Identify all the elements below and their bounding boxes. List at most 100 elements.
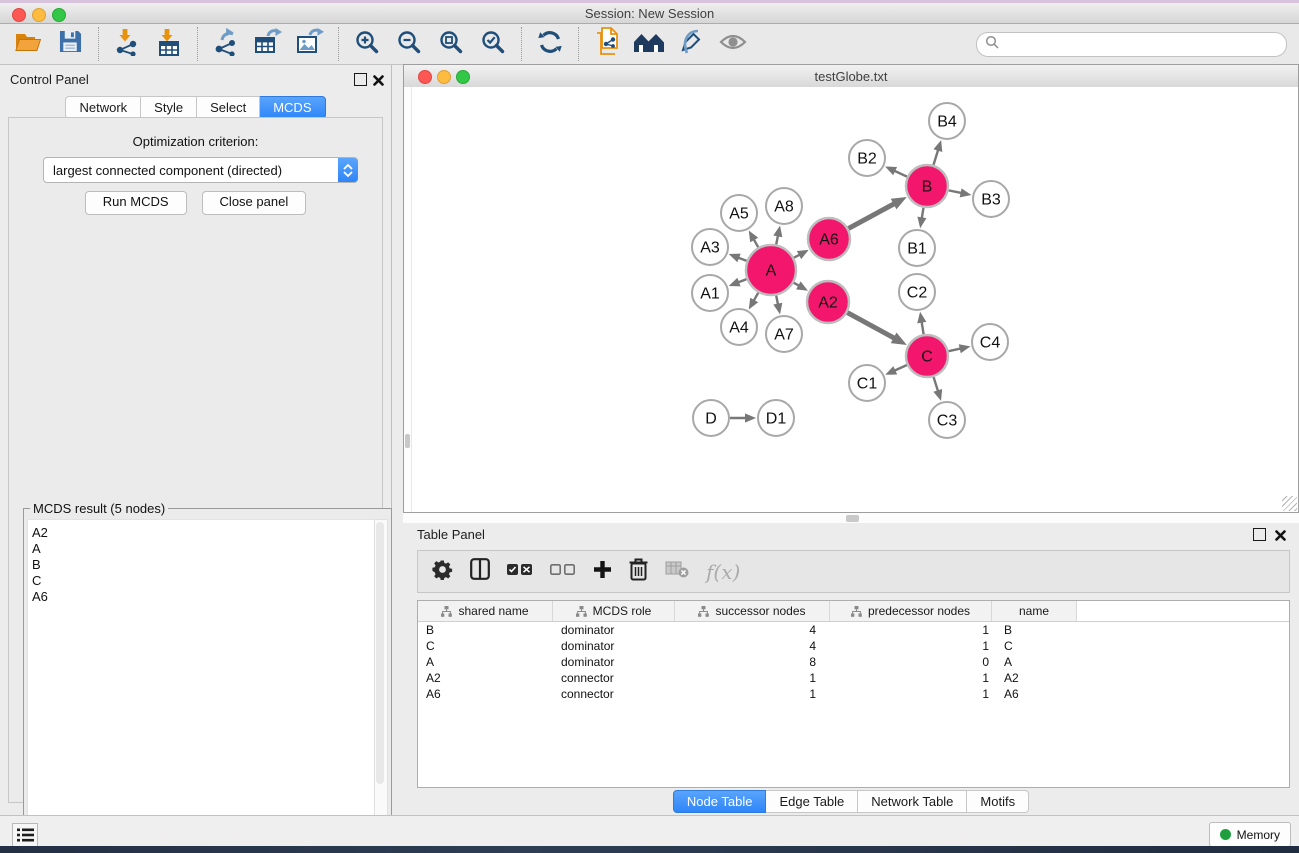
hide-labels-button[interactable] [676, 28, 706, 60]
network-from-document-button[interactable] [592, 28, 622, 60]
graph-edge[interactable] [949, 190, 963, 193]
zoom-in-button[interactable] [352, 28, 382, 60]
column-header-predecessor-nodes[interactable]: predecessor nodes [830, 601, 992, 621]
table-cell[interactable]: A2 [992, 671, 1077, 685]
table-row[interactable]: Bdominator41B [418, 622, 1289, 638]
zoom-selected-button[interactable] [478, 28, 508, 60]
table-cell[interactable]: dominator [553, 639, 675, 653]
result-list-item[interactable]: A [32, 541, 374, 557]
close-panel-button[interactable]: Close panel [202, 191, 307, 215]
tab-edge-table[interactable]: Edge Table [766, 790, 858, 813]
delete-table-button[interactable] [665, 561, 689, 583]
select-all-rows-button[interactable] [507, 563, 533, 581]
result-list-item[interactable]: B [32, 557, 374, 573]
table-cell[interactable]: dominator [553, 655, 675, 669]
home-button[interactable] [634, 28, 664, 60]
export-network-button[interactable] [211, 28, 241, 60]
run-mcds-button[interactable]: Run MCDS [85, 191, 187, 215]
graph-edge[interactable] [933, 149, 938, 165]
column-header-mcds-role[interactable]: MCDS role [553, 601, 675, 621]
network-window-titlebar[interactable]: testGlobe.txt [404, 65, 1298, 88]
deselect-all-rows-button[interactable] [550, 563, 576, 581]
float-panel-icon[interactable] [354, 73, 367, 86]
delete-row-button[interactable] [629, 558, 648, 586]
column-header-shared-name[interactable]: shared name [418, 601, 553, 621]
tab-motifs[interactable]: Motifs [967, 790, 1029, 813]
zoom-out-button[interactable] [394, 28, 424, 60]
network-hscroll-thumb[interactable] [846, 515, 859, 522]
tab-node-table[interactable]: Node Table [673, 790, 767, 813]
network-graph[interactable]: AA1A2A3A4A5A6A7A8BB1B2B3B4CC1C2C3C4DD1 [404, 87, 1298, 512]
mcds-result-list[interactable]: A2ABCA6 [27, 519, 375, 848]
network-vscroll-thumb[interactable] [405, 434, 410, 448]
add-row-button[interactable] [593, 560, 612, 584]
table-row[interactable]: A6connector11A6 [418, 686, 1289, 702]
search-input[interactable] [999, 36, 1278, 52]
task-history-button[interactable] [12, 823, 38, 847]
graph-edge[interactable] [893, 365, 906, 371]
export-image-button[interactable] [295, 28, 325, 60]
table-cell[interactable]: A6 [418, 687, 553, 701]
graph-edge[interactable] [848, 203, 895, 228]
result-list-item[interactable]: A6 [32, 589, 374, 605]
import-table-button[interactable] [154, 28, 184, 60]
toolbar-search[interactable] [976, 32, 1287, 57]
table-columns-button[interactable] [470, 558, 490, 585]
table-cell[interactable]: C [418, 639, 553, 653]
table-settings-button[interactable] [432, 559, 453, 585]
table-cell[interactable]: 1 [830, 639, 992, 653]
result-scrollbar-thumb[interactable] [376, 522, 384, 784]
table-close-panel-icon[interactable] [1275, 528, 1286, 539]
table-cell[interactable]: A [992, 655, 1077, 669]
show-graphics-details-button[interactable] [718, 28, 748, 60]
import-network-button[interactable] [112, 28, 142, 60]
table-cell[interactable]: B [418, 623, 553, 637]
graph-edge[interactable] [948, 348, 961, 351]
table-cell[interactable]: 4 [675, 639, 830, 653]
table-cell[interactable]: B [992, 623, 1077, 637]
tab-network-table[interactable]: Network Table [858, 790, 967, 813]
table-cell[interactable]: 4 [675, 623, 830, 637]
table-row[interactable]: A2connector11A2 [418, 670, 1289, 686]
table-cell[interactable]: 1 [830, 623, 992, 637]
result-list-item[interactable]: A2 [32, 525, 374, 541]
tab-style[interactable]: Style [141, 96, 197, 119]
tab-select[interactable]: Select [197, 96, 260, 119]
table-cell[interactable]: 1 [675, 687, 830, 701]
network-canvas[interactable]: AA1A2A3A4A5A6A7A8BB1B2B3B4CC1C2C3C4DD1 [404, 87, 1298, 512]
table-row[interactable]: Adominator80A [418, 654, 1289, 670]
table-cell[interactable]: A [418, 655, 553, 669]
tab-mcds[interactable]: MCDS [260, 96, 325, 119]
result-list-item[interactable]: C [32, 573, 374, 589]
table-cell[interactable]: 8 [675, 655, 830, 669]
function-builder-button[interactable]: f(x) [706, 560, 740, 584]
criterion-dropdown[interactable]: largest connected component (directed) [43, 157, 358, 183]
tab-network[interactable]: Network [65, 96, 141, 119]
memory-button[interactable]: Memory [1209, 822, 1291, 847]
save-session-button[interactable] [55, 28, 85, 60]
zoom-fit-button[interactable] [436, 28, 466, 60]
column-header-successor-nodes[interactable]: successor nodes [675, 601, 830, 621]
close-panel-icon[interactable] [373, 73, 384, 84]
table-cell[interactable]: 1 [830, 671, 992, 685]
table-cell[interactable]: connector [553, 671, 675, 685]
column-header-name[interactable]: name [992, 601, 1077, 621]
result-scrollbar[interactable] [374, 519, 388, 848]
graph-edge[interactable] [893, 170, 907, 176]
refresh-button[interactable] [535, 28, 565, 60]
table-cell[interactable]: dominator [553, 623, 675, 637]
graph-edge[interactable] [847, 313, 895, 339]
table-cell[interactable]: connector [553, 687, 675, 701]
open-session-button[interactable] [13, 28, 43, 60]
table-row[interactable]: Cdominator41C [418, 638, 1289, 654]
table-cell[interactable]: 1 [830, 687, 992, 701]
network-vertical-scrollbar[interactable] [404, 87, 412, 512]
graph-edge[interactable] [934, 377, 939, 392]
table-cell[interactable]: A2 [418, 671, 553, 685]
table-cell[interactable]: C [992, 639, 1077, 653]
export-table-button[interactable] [253, 28, 283, 60]
table-cell[interactable]: 1 [675, 671, 830, 685]
table-cell[interactable]: A6 [992, 687, 1077, 701]
graph-edge[interactable] [921, 321, 923, 335]
table-cell[interactable]: 0 [830, 655, 992, 669]
